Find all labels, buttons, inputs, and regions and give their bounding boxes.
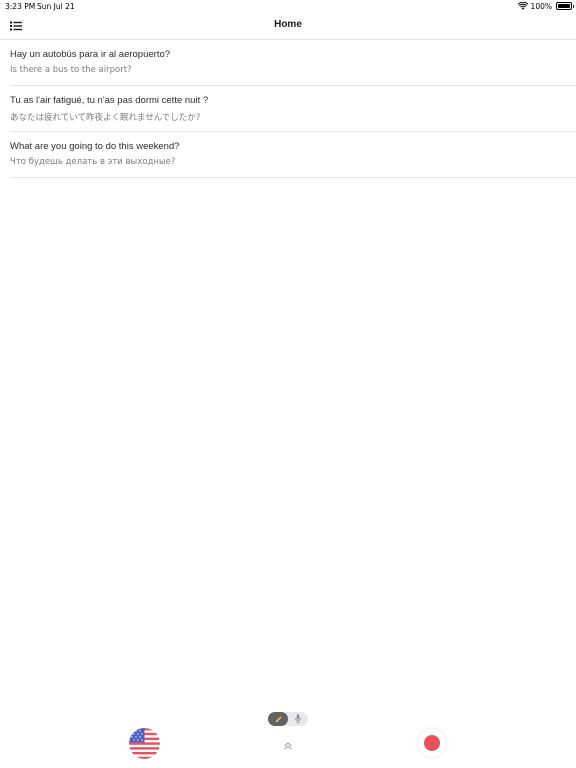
record-icon <box>424 735 440 751</box>
input-mode-toggle <box>268 712 308 726</box>
battery-icon <box>556 2 574 10</box>
us-flag-icon <box>129 728 160 759</box>
status-date: Sun Jul 21 <box>37 2 75 11</box>
microphone-icon <box>294 714 302 724</box>
pencil-icon <box>275 715 282 722</box>
language-flag-button[interactable] <box>129 728 160 759</box>
phrase-source: Tu as l'air fatigué, tu n'as pas dormi c… <box>10 95 209 106</box>
phrase-list: Hay un autobús para ir al aeropuerto? Is… <box>0 40 576 178</box>
wifi-icon <box>517 2 528 10</box>
pencil-mode-button[interactable] <box>268 712 288 726</box>
battery-percent: 100% <box>530 1 552 11</box>
phrase-translation: Что будешь делать в эти выходные? <box>10 157 176 167</box>
status-indicators: 100% <box>517 1 574 11</box>
record-button[interactable] <box>418 729 446 757</box>
phrase-item[interactable]: Hay un autobús para ir al aeropuerto? Is… <box>10 40 576 86</box>
battery-fill <box>558 4 570 8</box>
expand-button[interactable] <box>282 738 294 750</box>
phrase-item[interactable]: Tu as l'air fatigué, tu n'as pas dormi c… <box>10 86 576 132</box>
page-title: Home <box>274 19 302 30</box>
phrase-translation: あなたは疲れていて昨夜よく眠れませんでしたか? <box>10 113 201 123</box>
nav-bar: Home <box>0 13 576 40</box>
chevron-up-double-icon <box>284 742 292 750</box>
app-screen: 3:23 PM Sun Jul 21 100% Home Hay un auto… <box>0 0 576 768</box>
phrase-source: What are you going to do this weekend? <box>10 141 180 152</box>
status-bar: 3:23 PM Sun Jul 21 100% <box>0 0 576 13</box>
status-time: 3:23 PM <box>5 2 36 11</box>
phrase-source: Hay un autobús para ir al aeropuerto? <box>10 49 171 60</box>
battery-tip <box>572 5 574 8</box>
phrase-translation: Is there a bus to the airport? <box>10 65 132 75</box>
phrase-item[interactable]: What are you going to do this weekend? Ч… <box>10 132 576 178</box>
microphone-mode-button[interactable] <box>288 712 308 726</box>
